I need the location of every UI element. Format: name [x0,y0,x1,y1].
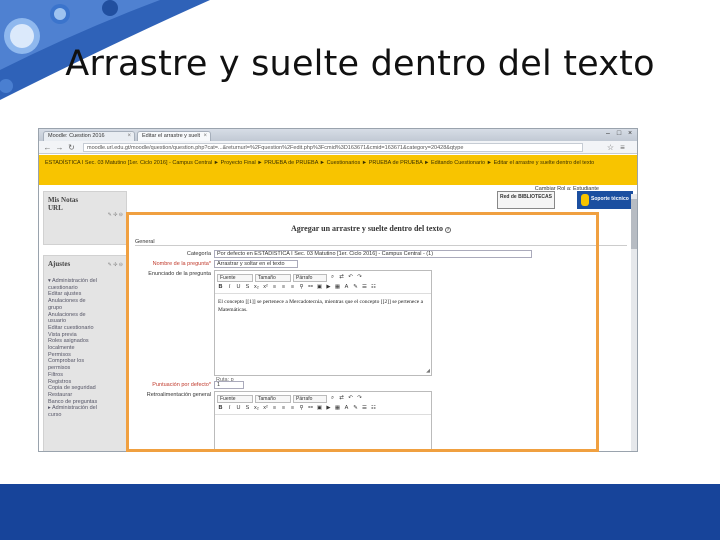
tree-item[interactable]: ▾ Administración del [48,278,128,285]
browser-tab-active[interactable]: Editar el arrastre y suelt × [137,131,211,141]
tree-item[interactable]: ▸ Administración del [48,405,128,412]
star-icon[interactable]: ☆ [606,143,615,152]
url-input[interactable]: moodle.url.edu.gt/moodle/question/questi… [83,143,583,152]
tree-item[interactable]: Permisos [48,352,128,359]
tab-label: Moodle: Cuestion 2016 [48,133,105,139]
back-icon[interactable]: ← [43,143,52,152]
settings-block-title: Ajustes [48,260,71,268]
settings-block: Ajustes ✎ ✣ ⊖ ▾ Administración del cuest… [43,255,128,451]
tree-item[interactable]: Editar ajustes [48,291,128,298]
tree-item[interactable]: Editar cuestionario [48,325,128,332]
forward-icon[interactable]: → [55,143,64,152]
scrollbar-thumb[interactable] [631,199,637,249]
tree-item[interactable]: Restaurar [48,392,128,399]
tree-item[interactable]: curso [48,412,128,419]
tree-item[interactable]: Roles asignados [48,338,128,345]
browser-tab-bar: Moodle: Cuestion 2016 × Editar el arrast… [39,129,637,141]
tree-item[interactable]: grupo [48,305,128,312]
maximize-icon[interactable]: □ [614,130,624,138]
close-icon[interactable]: × [203,133,207,139]
slide-footer-bar [0,484,720,540]
breadcrumb[interactable]: ESTADÍSTICA I Sec. 03 Matutino [1er. Cic… [39,155,637,185]
tree-item[interactable]: localmente [48,345,128,352]
support-person-icon [581,194,589,206]
library-logo[interactable]: Red de BIBLIOTECAS [497,191,555,209]
notes-block-title: Mis Notas URL [48,196,79,212]
slide-title: Arrastre y suelte dentro del texto [65,44,655,84]
block-controls-icon[interactable]: ✎ ✣ ⊖ [108,262,123,268]
reload-icon[interactable]: ↻ [67,143,76,152]
tree-item[interactable]: Registros [48,379,128,386]
library-logo-label: Red de BIBLIOTECAS [500,194,552,200]
tree-item[interactable]: usuario [48,318,128,325]
tree-item[interactable]: Vista previa [48,332,128,339]
browser-tab[interactable]: Moodle: Cuestion 2016 × [43,131,135,141]
menu-icon[interactable]: ≡ [618,143,627,152]
settings-tree: ▾ Administración del cuestionario Editar… [48,278,128,419]
close-window-icon[interactable]: × [625,130,635,138]
tree-item[interactable]: Banco de preguntas [48,399,128,406]
tree-item[interactable]: Filtros [48,372,128,379]
tree-item[interactable]: permisos [48,365,128,372]
tree-item[interactable]: Anulaciones de [48,312,128,319]
tab-label: Editar el arrastre y suelt [142,133,201,139]
support-logo[interactable]: Soporte técnico [577,191,633,209]
notes-block: Mis Notas URL ✎ ✣ ⊖ [43,191,127,245]
minimize-icon[interactable]: – [603,130,613,138]
block-controls-icon[interactable]: ✎ ✣ ⊖ [108,212,123,218]
tree-item[interactable]: cuestionario [48,285,128,292]
address-bar: ← → ↻ moodle.url.edu.gt/moodle/question/… [39,141,637,154]
highlight-frame [126,212,599,452]
tree-item[interactable]: Comprobar los [48,358,128,365]
support-logo-label: Soporte técnico [591,196,629,202]
tree-item[interactable]: Copia de seguridad [48,385,128,392]
tree-item[interactable]: Anulaciones de [48,298,128,305]
close-icon[interactable]: × [127,133,131,139]
